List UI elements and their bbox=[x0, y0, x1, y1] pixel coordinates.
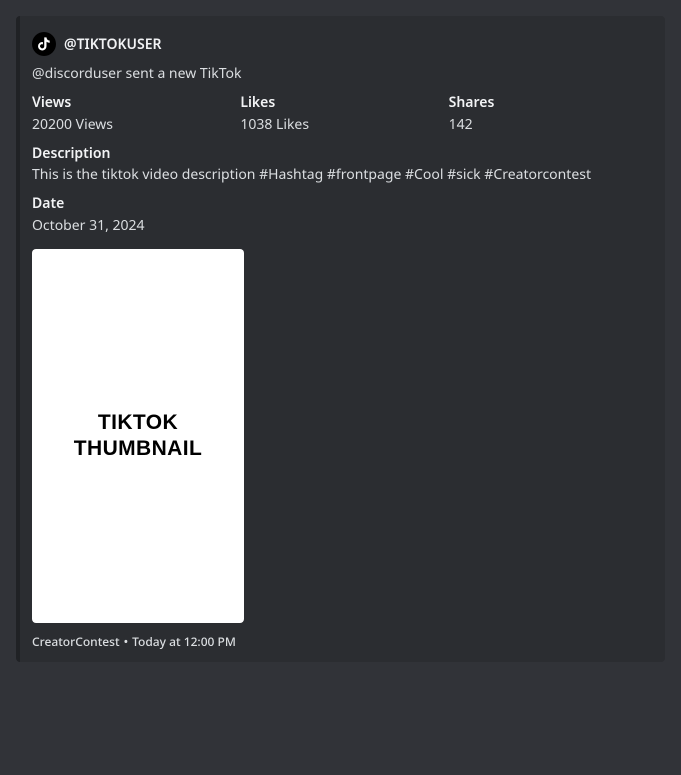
field-shares: Shares 142 bbox=[449, 93, 649, 134]
field-likes: Likes 1038 Likes bbox=[240, 93, 440, 134]
thumbnail-text: TIKTOK THUMBNAIL bbox=[74, 410, 202, 463]
thumbnail-line2: THUMBNAIL bbox=[74, 437, 202, 460]
tiktok-icon bbox=[32, 32, 56, 56]
thumbnail-line1: TIKTOK bbox=[98, 411, 178, 434]
field-description-name: Description bbox=[32, 144, 649, 163]
field-shares-value: 142 bbox=[449, 115, 649, 134]
field-likes-name: Likes bbox=[240, 93, 440, 112]
thumbnail-placeholder: TIKTOK THUMBNAIL bbox=[32, 249, 244, 623]
embed-thumbnail[interactable]: TIKTOK THUMBNAIL bbox=[32, 249, 649, 623]
field-likes-value: 1038 Likes bbox=[240, 115, 440, 134]
field-views-name: Views bbox=[32, 93, 232, 112]
embed-description: @discorduser sent a new TikTok bbox=[32, 64, 649, 83]
field-views: Views 20200 Views bbox=[32, 93, 232, 134]
discord-embed: @TIKTOKUSER @discorduser sent a new TikT… bbox=[16, 16, 665, 662]
field-date: Date October 31, 2024 bbox=[32, 194, 649, 235]
embed-author[interactable]: @TIKTOKUSER bbox=[32, 32, 649, 56]
embed-footer: CreatorContest • Today at 12:00 PM bbox=[32, 633, 649, 650]
field-description: Description This is the tiktok video des… bbox=[32, 144, 649, 185]
embed-fields-row3: Date October 31, 2024 bbox=[32, 194, 649, 235]
field-date-value: October 31, 2024 bbox=[32, 216, 649, 235]
field-description-value: This is the tiktok video description #Ha… bbox=[32, 165, 649, 184]
author-name[interactable]: @TIKTOKUSER bbox=[64, 35, 162, 54]
footer-text: CreatorContest bbox=[32, 633, 120, 650]
embed-fields-row2: Description This is the tiktok video des… bbox=[32, 144, 649, 185]
footer-separator: • bbox=[124, 633, 129, 650]
embed-fields-row1: Views 20200 Views Likes 1038 Likes Share… bbox=[32, 93, 649, 134]
field-views-value: 20200 Views bbox=[32, 115, 232, 134]
field-shares-name: Shares bbox=[449, 93, 649, 112]
field-date-name: Date bbox=[32, 194, 649, 213]
footer-timestamp: Today at 12:00 PM bbox=[132, 633, 236, 650]
